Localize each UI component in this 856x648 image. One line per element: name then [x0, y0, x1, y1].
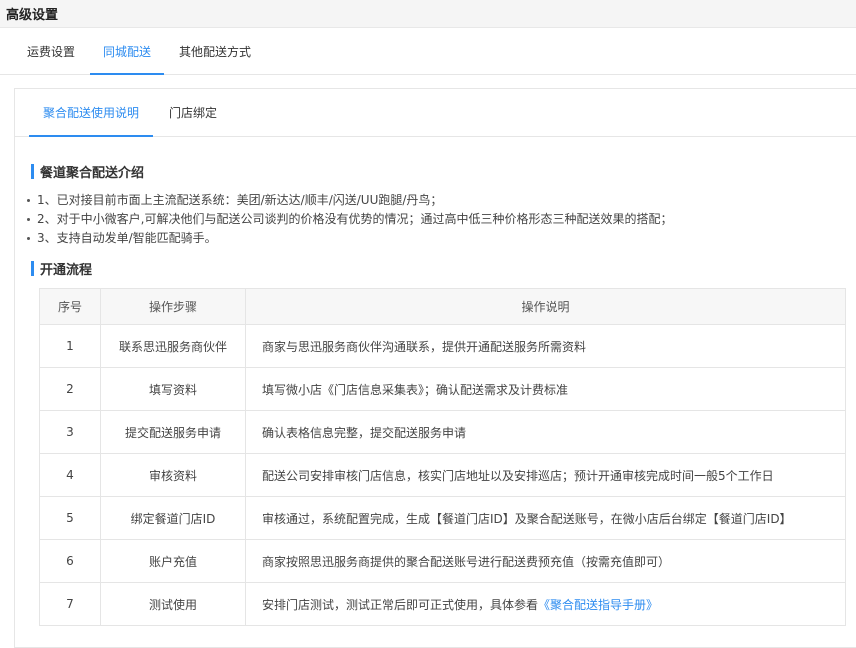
row-step: 提交配送服务申请: [100, 410, 246, 454]
process-title-text: 开通流程: [40, 262, 93, 278]
bullet-icon: [27, 199, 30, 202]
process-table: 序号 操作步骤 操作说明 1 联系思迅服务商伙伴 商家与思迅服务商伙伴沟通联系，…: [39, 288, 846, 626]
row-desc: 审核通过，系统配置完成，生成【餐道门店ID】及聚合配送账号，在微小店后台绑定【餐…: [245, 496, 846, 540]
content-panel: 聚合配送使用说明 门店绑定 餐道聚合配送介绍 1、已对接目前市面上主流配送系统：…: [14, 88, 856, 648]
bullet-icon: [27, 237, 30, 240]
row-step: 审核资料: [100, 453, 246, 497]
table-row: 5 绑定餐道门店ID 审核通过，系统配置完成，生成【餐道门店ID】及聚合配送账号…: [39, 496, 846, 540]
row-no: 3: [39, 410, 101, 454]
row-no: 2: [39, 367, 101, 411]
process-section-title: 开通流程: [31, 259, 93, 278]
guide-manual-link[interactable]: 《聚合配送指导手册》: [538, 598, 658, 612]
row-desc: 确认表格信息完整，提交配送服务申请: [245, 410, 846, 454]
row-step: 填写资料: [100, 367, 246, 411]
row-no: 4: [39, 453, 101, 497]
row-desc: 商家与思迅服务商伙伴沟通联系，提供开通配送服务所需资料: [245, 324, 846, 368]
top-tab-bar: 运费设置 同城配送 其他配送方式: [0, 28, 856, 75]
intro-section-title: 餐道聚合配送介绍: [31, 162, 145, 181]
row-desc: 配送公司安排审核门店信息，核实门店地址以及安排巡店；预计开通审核完成时间一般5个…: [245, 453, 846, 497]
table-row: 1 联系思迅服务商伙伴 商家与思迅服务商伙伴沟通联系，提供开通配送服务所需资料: [39, 324, 846, 368]
page-title: 高级设置: [6, 8, 59, 23]
table-row: 7 测试使用 安排门店测试，测试正常后即可正式使用，具体参看《聚合配送指导手册》: [39, 582, 846, 626]
tab-store-binding[interactable]: 门店绑定: [155, 89, 231, 136]
column-header-desc: 操作说明: [245, 288, 846, 325]
table-header-row: 序号 操作步骤 操作说明: [39, 288, 846, 325]
intro-list: 1、已对接目前市面上主流配送系统：美团/新达达/顺丰/闪送/UU跑腿/丹鸟； 2…: [27, 191, 672, 248]
section-accent-bar: [31, 260, 34, 276]
row-step: 联系思迅服务商伙伴: [100, 324, 246, 368]
list-item: 1、已对接目前市面上主流配送系统：美团/新达达/顺丰/闪送/UU跑腿/丹鸟；: [27, 191, 672, 210]
column-header-step: 操作步骤: [100, 288, 246, 325]
tab-other-delivery-methods[interactable]: 其他配送方式: [166, 28, 264, 74]
row-desc: 商家按照思迅服务商提供的聚合配送账号进行配送费预充值（按需充值即可）: [245, 539, 846, 583]
row-no: 6: [39, 539, 101, 583]
row-step: 绑定餐道门店ID: [100, 496, 246, 540]
section-accent-bar: [31, 163, 34, 179]
tab-aggregated-delivery-guide[interactable]: 聚合配送使用说明: [29, 89, 154, 137]
row-desc: 填写微小店《门店信息采集表》；确认配送需求及计费标准: [245, 367, 846, 411]
row-desc: 安排门店测试，测试正常后即可正式使用，具体参看《聚合配送指导手册》: [245, 582, 846, 626]
row-no: 1: [39, 324, 101, 368]
table-row: 3 提交配送服务申请 确认表格信息完整，提交配送服务申请: [39, 410, 846, 454]
row-no: 5: [39, 496, 101, 540]
sub-tab-bar: 聚合配送使用说明 门店绑定: [15, 89, 856, 137]
row-no: 7: [39, 582, 101, 626]
list-item: 3、支持自动发单/智能匹配骑手。: [27, 229, 672, 248]
row-desc-text: 安排门店测试，测试正常后即可正式使用，具体参看: [262, 597, 539, 612]
table-row: 2 填写资料 填写微小店《门店信息采集表》；确认配送需求及计费标准: [39, 367, 846, 411]
page-header: 高级设置: [0, 0, 856, 28]
list-item: 2、对于中小微客户,可解决他们与配送公司谈判的价格没有优势的情况；通过高中低三种…: [27, 210, 672, 229]
column-header-no: 序号: [39, 288, 101, 325]
tab-same-city-delivery[interactable]: 同城配送: [90, 28, 165, 75]
table-row: 6 账户充值 商家按照思迅服务商提供的聚合配送账号进行配送费预充值（按需充值即可…: [39, 539, 846, 583]
tab-freight-settings[interactable]: 运费设置: [14, 28, 88, 74]
row-step: 测试使用: [100, 582, 246, 626]
intro-title-text: 餐道聚合配送介绍: [40, 165, 145, 181]
bullet-icon: [27, 218, 30, 221]
table-row: 4 审核资料 配送公司安排审核门店信息，核实门店地址以及安排巡店；预计开通审核完…: [39, 453, 846, 497]
row-step: 账户充值: [100, 539, 246, 583]
